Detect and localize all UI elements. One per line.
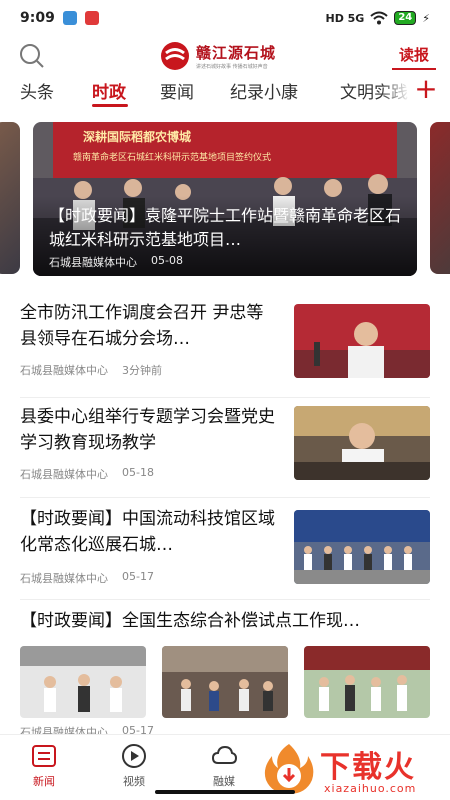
- watermark-logo-icon: [264, 744, 314, 794]
- status-time: 9:09: [20, 10, 55, 26]
- article-title: 县委中心组举行专题学习会暨党史学习教育现场教学: [20, 407, 275, 453]
- list-item-multi-image[interactable]: 【时政要闻】全国生态综合补偿试点工作现… 石城县融媒体中心 05-17: [20, 608, 430, 739]
- article-date: 3分钟前: [122, 364, 162, 377]
- nav-item-news[interactable]: 新闻: [14, 743, 74, 789]
- app-logo: 赣江源石城 讲述石城好故事 传播石城好声音: [160, 38, 300, 74]
- article-title: 【时政要闻】中国流动科技馆区域化常态化巡展石城…: [20, 509, 275, 555]
- notification-app-icon: [62, 11, 77, 25]
- battery-indicator: 24: [394, 11, 417, 25]
- article-thumbnail: [304, 646, 430, 718]
- active-tab-indicator: [92, 104, 128, 107]
- home-indicator[interactable]: [155, 790, 295, 794]
- notification-app-icon-2: [84, 11, 99, 25]
- read-paper-button[interactable]: 读报: [392, 42, 436, 70]
- list-item[interactable]: 【时政要闻】中国流动科技馆区域化常态化巡展石城… 石城县融媒体中心 05-17: [20, 506, 430, 600]
- article-source: 石城县融媒体中心: [20, 364, 108, 377]
- banner-source: 石城县融媒体中心: [49, 256, 137, 269]
- nav-label: 视频: [123, 775, 145, 788]
- category-tabs: 头条 时政 要闻 纪录小康 文明实践 +: [0, 76, 450, 108]
- wifi-icon: [370, 11, 389, 25]
- article-meta: 石城县融媒体中心 05-18: [20, 466, 154, 482]
- article-title: 【时政要闻】全国生态综合补偿试点工作现…: [20, 611, 360, 631]
- carousel-prev-slide[interactable]: [0, 122, 20, 274]
- cloud-icon: [211, 745, 237, 764]
- logo-name: 赣江源石城: [196, 44, 277, 62]
- logo-slogan: 讲述石城好故事 传播石城好声音: [196, 64, 268, 70]
- article-thumbnail: [294, 510, 430, 584]
- logo-mark-icon: [161, 42, 189, 70]
- tab-moderate-prosperity[interactable]: 纪录小康: [230, 78, 298, 103]
- article-thumbnail: [294, 406, 430, 480]
- nav-label: 新闻: [33, 775, 55, 788]
- banner-date: 05-08: [151, 254, 183, 267]
- tab-headlines[interactable]: 头条: [20, 78, 54, 103]
- news-list-icon: [32, 745, 56, 767]
- status-bar: 9:09 HD 5G 24 ⚡: [0, 0, 450, 36]
- banner-title: 【时政要闻】袁隆平院士工作站暨赣南革命老区石城红米科研示范基地项目…: [49, 206, 402, 249]
- article-date: 05-18: [122, 466, 154, 479]
- article-thumbnail: [294, 304, 430, 378]
- article-title: 全市防汛工作调度会召开 尹忠等县领导在石城分会场…: [20, 303, 264, 349]
- banner-meta: 石城县融媒体中心 05-08: [49, 254, 183, 270]
- add-channel-icon[interactable]: +: [412, 76, 440, 104]
- play-icon: [122, 744, 146, 768]
- carousel-next-slide[interactable]: [430, 122, 450, 274]
- article-thumbnail: [20, 646, 146, 718]
- charging-icon: ⚡: [422, 11, 430, 25]
- article-thumbnail: [162, 646, 288, 718]
- list-item[interactable]: 全市防汛工作调度会召开 尹忠等县领导在石城分会场… 石城县融媒体中心 3分钟前: [20, 300, 430, 398]
- tab-politics[interactable]: 时政: [92, 78, 126, 103]
- article-date: 05-17: [122, 570, 154, 583]
- watermark-url: xiazaihuo.com: [324, 782, 417, 795]
- banner-sign-text: 深耕国际稻都农博城: [83, 130, 192, 144]
- article-source: 石城县融媒体中心: [20, 572, 108, 585]
- nav-item-video[interactable]: 视频: [104, 743, 164, 789]
- banner-sign-subtext: 赣南革命老区石城红米科研示范基地项目签约仪式: [73, 153, 272, 163]
- nav-label: 融媒: [213, 775, 235, 788]
- watermark-name: 下载火: [320, 750, 416, 785]
- headline-carousel[interactable]: 深耕国际稻都农博城 赣南革命老区石城红米科研示范基地项目签约仪式 【时政要闻】袁…: [0, 120, 450, 280]
- article-meta: 石城县融媒体中心 05-17: [20, 570, 154, 586]
- carousel-current-slide[interactable]: 深耕国际稻都农博城 赣南革命老区石城红米科研示范基地项目签约仪式 【时政要闻】袁…: [33, 122, 417, 276]
- search-icon[interactable]: [18, 42, 46, 70]
- nav-item-media[interactable]: 融媒: [194, 743, 254, 789]
- list-item[interactable]: 县委中心组举行专题学习会暨党史学习教育现场教学 石城县融媒体中心 05-18: [20, 404, 430, 498]
- app-header: 赣江源石城 讲述石城好故事 传播石城好声音 读报: [0, 36, 450, 76]
- article-meta: 石城县融媒体中心 3分钟前: [20, 362, 162, 378]
- network-indicator: HD 5G: [325, 11, 365, 25]
- article-source: 石城县融媒体中心: [20, 468, 108, 481]
- tab-news[interactable]: 要闻: [160, 78, 194, 103]
- tab-fade: [380, 76, 410, 108]
